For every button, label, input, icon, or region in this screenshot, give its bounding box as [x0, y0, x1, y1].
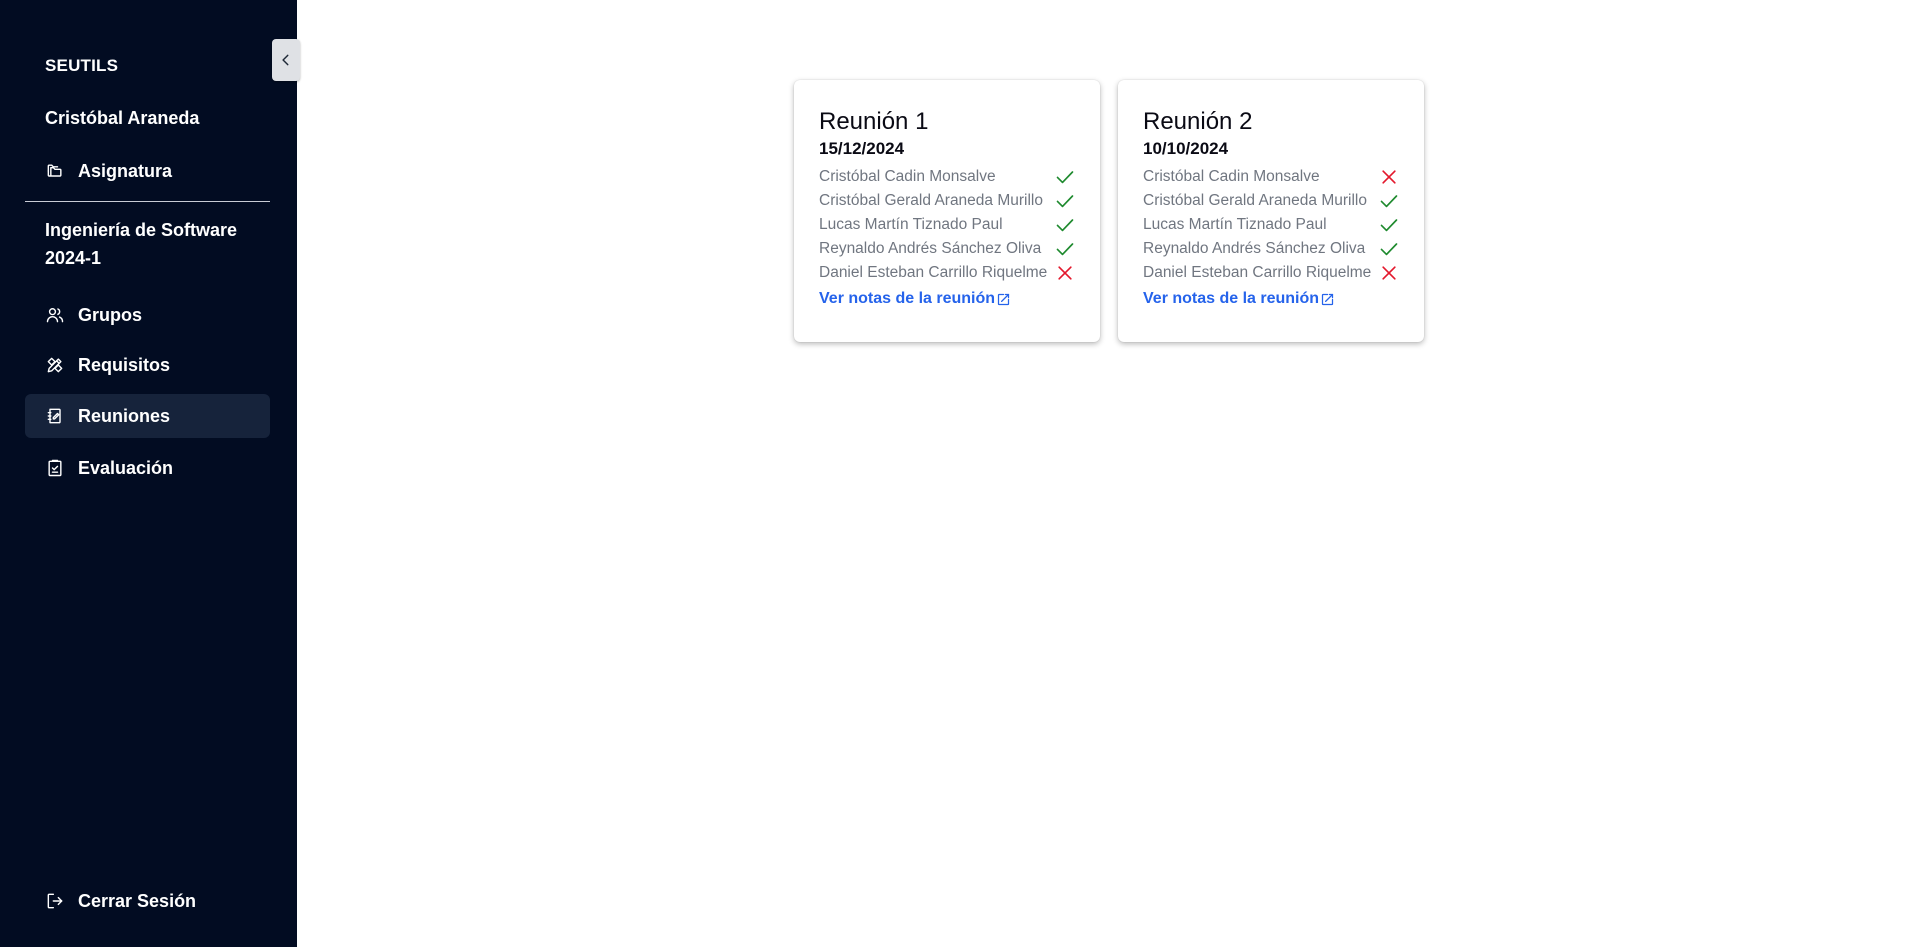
- sidebar-item-evaluacion[interactable]: Evaluación: [25, 446, 270, 490]
- x-icon: [1055, 263, 1075, 283]
- logout-icon: [45, 891, 65, 911]
- app-root: SEUTILS Cristóbal Araneda Asignatura Ing…: [0, 0, 1916, 947]
- attendee-name: Reynaldo Andrés Sánchez Oliva: [819, 240, 1042, 257]
- meeting-notes-link[interactable]: Ver notas de la reunión: [819, 290, 1011, 308]
- meeting-card: Reunión 2 10/10/2024 Cristóbal Cadin Mon…: [1118, 80, 1424, 342]
- sidebar-item-reuniones[interactable]: Reuniones: [25, 394, 270, 438]
- attendee-name: Cristóbal Cadin Monsalve: [819, 168, 996, 185]
- attendee-row: Reynaldo Andrés Sánchez Oliva: [819, 237, 1075, 261]
- sidebar-item-label: Grupos: [78, 304, 143, 325]
- brand-title: SEUTILS: [45, 56, 119, 75]
- sidebar-item-label: Asignatura: [78, 160, 173, 181]
- tools-icon: [45, 355, 65, 375]
- sidebar-divider: [25, 201, 270, 202]
- check-icon: [1055, 167, 1075, 187]
- meeting-date: 10/10/2024: [1143, 139, 1229, 158]
- meeting-date: 15/12/2024: [819, 139, 905, 158]
- attendee-row: Daniel Esteban Carrillo Riquelme: [1143, 261, 1399, 285]
- sidebar-item-grupos[interactable]: Grupos: [25, 293, 270, 337]
- folders-icon: [45, 161, 65, 181]
- meeting-notes-link[interactable]: Ver notas de la reunión: [1143, 290, 1335, 308]
- attendee-name: Lucas Martín Tiznado Paul: [819, 216, 1003, 233]
- user-name: Cristóbal Araneda: [45, 108, 200, 128]
- check-icon: [1055, 191, 1075, 211]
- attendee-name: Cristóbal Cadin Monsalve: [1143, 168, 1320, 185]
- external-link-icon: [997, 293, 1010, 305]
- x-icon: [1379, 263, 1399, 283]
- sidebar-item-asignatura[interactable]: Asignatura: [25, 149, 270, 193]
- chevron-left-icon: [282, 54, 289, 66]
- users-icon: [45, 305, 65, 325]
- attendee-name: Cristóbal Gerald Araneda Murillo: [1143, 192, 1367, 209]
- notebook-icon: [45, 406, 65, 426]
- notes-link-label: Ver notas de la reunión: [819, 290, 996, 307]
- attendee-row: Cristóbal Gerald Araneda Murillo: [819, 189, 1075, 213]
- sidebar-item-label: Reuniones: [78, 405, 171, 426]
- sidebar-item-requisitos[interactable]: Requisitos: [25, 343, 270, 387]
- meeting-title: Reunión 1: [819, 108, 929, 135]
- x-icon: [1379, 167, 1399, 187]
- logout-button[interactable]: Cerrar Sesión: [25, 879, 270, 923]
- attendee-row: Daniel Esteban Carrillo Riquelme: [819, 261, 1075, 285]
- attendee-name: Reynaldo Andrés Sánchez Oliva: [1143, 240, 1366, 257]
- clipboard-check-icon: [45, 458, 65, 478]
- sidebar-item-label: Evaluación: [78, 457, 174, 478]
- check-icon: [1055, 239, 1075, 259]
- logout-label: Cerrar Sesión: [78, 890, 197, 911]
- meeting-title: Reunión 2: [1143, 108, 1253, 135]
- sidebar-collapse-button[interactable]: [272, 39, 300, 81]
- check-icon: [1379, 215, 1399, 235]
- sidebar: SEUTILS Cristóbal Araneda Asignatura Ing…: [0, 0, 297, 947]
- check-icon: [1379, 191, 1399, 211]
- external-link-icon: [1321, 293, 1334, 305]
- attendee-name: Daniel Esteban Carrillo Riquelme: [1143, 264, 1372, 281]
- check-icon: [1379, 239, 1399, 259]
- meeting-card: Reunión 1 15/12/2024 Cristóbal Cadin Mon…: [794, 80, 1100, 342]
- attendee-name: Cristóbal Gerald Araneda Murillo: [819, 192, 1043, 209]
- attendee-row: Lucas Martín Tiznado Paul: [819, 213, 1075, 237]
- course-title: Ingeniería de Software 2024-1: [45, 220, 238, 268]
- attendee-name: Lucas Martín Tiznado Paul: [1143, 216, 1327, 233]
- check-icon: [1055, 215, 1075, 235]
- attendee-row: Cristóbal Cadin Monsalve: [819, 165, 1075, 189]
- attendee-name: Daniel Esteban Carrillo Riquelme: [819, 264, 1048, 281]
- attendee-row: Cristóbal Gerald Araneda Murillo: [1143, 189, 1399, 213]
- attendee-row: Reynaldo Andrés Sánchez Oliva: [1143, 237, 1399, 261]
- attendee-row: Lucas Martín Tiznado Paul: [1143, 213, 1399, 237]
- notes-link-label: Ver notas de la reunión: [1143, 290, 1320, 307]
- sidebar-item-label: Requisitos: [78, 354, 171, 375]
- attendee-row: Cristóbal Cadin Monsalve: [1143, 165, 1399, 189]
